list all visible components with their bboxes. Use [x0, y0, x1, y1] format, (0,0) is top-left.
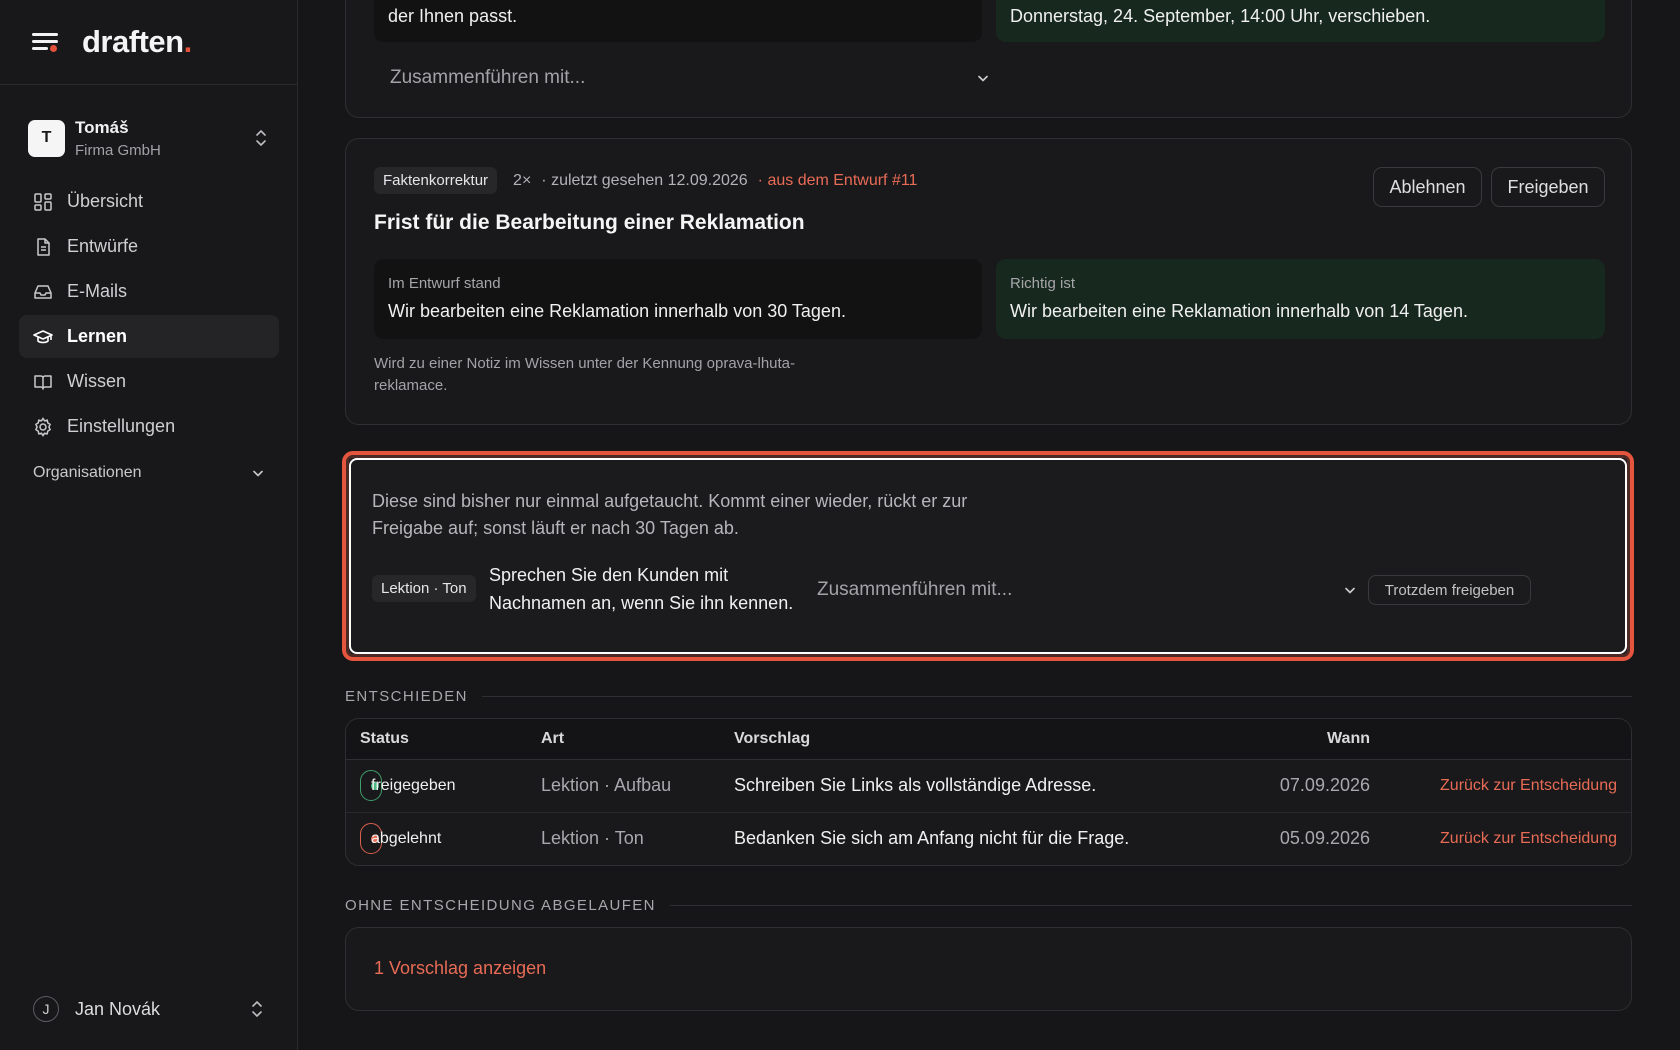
- suggestion-meta: Faktenkorrektur 2× · zuletzt gesehen 12.…: [374, 167, 917, 194]
- draft-box: Im Entwurf stand Wir bearbeiten eine Rek…: [374, 259, 982, 339]
- decided-section-label: ENTSCHIEDEN: [345, 688, 1632, 705]
- art-cell: Lektion · Aufbau: [541, 775, 672, 795]
- when-cell: 05.09.2026: [1279, 828, 1370, 848]
- header-art: Art: [541, 730, 565, 747]
- sidebar: draften. T Tomáš Firma GmbH Übersicht En…: [0, 0, 298, 1050]
- merge-select[interactable]: Zusammenführen mit...: [390, 63, 990, 93]
- show-expired-link[interactable]: 1 Vorschlag anzeigen: [374, 958, 546, 979]
- header-when: Wann: [1327, 730, 1370, 747]
- decided-table: Status Art Vorschlag Wann freigegeben Le…: [345, 718, 1632, 866]
- status-badge: freigegeben: [360, 770, 456, 801]
- correct-text: Donnerstag, 24. September, 14:00 Uhr, ve…: [1010, 6, 1431, 26]
- nav-item-label: Lernen: [67, 326, 128, 346]
- nav-item-label: Übersicht: [67, 191, 144, 211]
- menu-icon[interactable]: [32, 30, 60, 54]
- merge-select[interactable]: Zusammenführen mit...: [817, 575, 1357, 605]
- reject-button[interactable]: Ablehnen: [1373, 167, 1482, 207]
- user-name: Jan Novák: [75, 998, 161, 1019]
- nav-item-label: E-Mails: [67, 281, 128, 301]
- table-header: Status Art Vorschlag Wann: [346, 719, 1631, 760]
- brand-header: draften.: [0, 0, 297, 85]
- card-title: Frist für die Bearbeitung einer Reklamat…: [374, 211, 805, 234]
- lesson-text: Sprechen Sie den Kunden mit Nachnamen an…: [489, 565, 794, 613]
- nav-item-einstellungen[interactable]: Einstellungen: [19, 405, 279, 448]
- correct-box: Richtig ist Wir bearbeiten eine Reklamat…: [996, 259, 1605, 339]
- nav-item-label: Entwürfe: [67, 236, 139, 256]
- single-occurrence-description: Diese sind bisher nur einmal aufgetaucht…: [372, 491, 968, 538]
- header-status: Status: [360, 730, 409, 747]
- dashboard-icon: [34, 192, 52, 211]
- chevron-down-icon: [978, 75, 988, 81]
- table-row: freigegeben Lektion · Aufbau Schreiben S…: [346, 760, 1631, 813]
- chevron-up-down-icon: [256, 130, 266, 146]
- gear-icon: [34, 416, 52, 437]
- nav-item-emails[interactable]: E-Mails: [19, 270, 279, 313]
- header-proposal: Vorschlag: [734, 730, 811, 747]
- nav-item-uebersicht[interactable]: Übersicht: [19, 180, 279, 223]
- source-link[interactable]: · aus dem Entwurf #11: [758, 172, 918, 190]
- nav-item-label: Einstellungen: [67, 416, 176, 436]
- chevron-up-down-icon: [252, 1001, 262, 1017]
- draft-caption: Im Entwurf stand: [388, 275, 501, 292]
- suggestion-card: der Ihnen passt. Donnerstag, 24. Septemb…: [345, 0, 1632, 118]
- when-cell: 07.09.2026: [1279, 775, 1370, 795]
- draft-box: der Ihnen passt.: [374, 0, 982, 42]
- approve-button[interactable]: Freigeben: [1491, 167, 1605, 207]
- organisations-toggle[interactable]: Organisationen: [33, 464, 265, 482]
- fact-correction-card: Faktenkorrektur 2× · zuletzt gesehen 12.…: [345, 138, 1632, 425]
- art-cell: Lektion · Ton: [541, 828, 644, 848]
- graduation-cap-icon: [33, 329, 53, 343]
- logo: draften.: [82, 24, 192, 59]
- account-avatar: T: [28, 119, 65, 157]
- knowledge-note: Wird zu einer Notiz im Wissen unter der …: [374, 355, 796, 394]
- account-org: Firma GmbH: [75, 141, 161, 159]
- single-occurrence-card: Diese sind bisher nur einmal aufgetaucht…: [342, 451, 1634, 661]
- status-badge: abgelehnt: [360, 823, 441, 854]
- expired-section-label: OHNE ENTSCHEIDUNG ABGELAUFEN: [345, 897, 1632, 914]
- type-tag: Faktenkorrektur: [374, 167, 498, 194]
- organisations-label: Organisationen: [33, 464, 142, 481]
- correct-box: Donnerstag, 24. September, 14:00 Uhr, ve…: [996, 0, 1605, 42]
- draft-text: der Ihnen passt.: [388, 6, 518, 26]
- last-seen: · zuletzt gesehen 12.09.2026: [541, 171, 748, 189]
- table-row: abgelehnt Lektion · Ton Bedanken Sie sic…: [346, 813, 1631, 865]
- main-content: der Ihnen passt. Donnerstag, 24. Septemb…: [299, 0, 1680, 1050]
- user-avatar: J: [33, 996, 59, 1022]
- merge-placeholder: Zusammenführen mit...: [390, 67, 586, 88]
- proposal-cell: Bedanken Sie sich am Anfang nicht für di…: [734, 828, 1130, 848]
- chevron-down-icon: [253, 470, 263, 476]
- merge-placeholder: Zusammenführen mit...: [817, 579, 1013, 600]
- nav-item-label: Wissen: [67, 371, 127, 391]
- chevron-down-icon: [1345, 587, 1355, 593]
- type-tag: Lektion · Ton: [372, 575, 476, 602]
- document-icon: [37, 237, 50, 256]
- correct-text: Wir bearbeiten eine Reklamation innerhal…: [1010, 301, 1468, 321]
- proposal-cell: Schreiben Sie Links als vollständige Adr…: [734, 775, 1097, 795]
- book-icon: [34, 374, 52, 390]
- expired-card: 1 Vorschlag anzeigen: [345, 927, 1632, 1011]
- revert-decision-link[interactable]: Zurück zur Entscheidung: [1440, 777, 1617, 795]
- draft-text: Wir bearbeiten eine Reklamation innerhal…: [388, 301, 846, 321]
- main-nav: Übersicht Entwürfe E-Mails Lernen Wissen…: [19, 180, 279, 450]
- correct-caption: Richtig ist: [1010, 275, 1076, 292]
- account-name: Tomáš: [75, 117, 129, 137]
- occurrence-count: 2×: [513, 171, 532, 189]
- inbox-icon: [34, 284, 52, 299]
- revert-decision-link[interactable]: Zurück zur Entscheidung: [1440, 830, 1617, 848]
- account-switcher[interactable]: T Tomáš Firma GmbH: [28, 112, 269, 164]
- user-menu[interactable]: J Jan Novák: [33, 994, 265, 1024]
- nav-item-wissen[interactable]: Wissen: [19, 360, 279, 403]
- nav-item-lernen[interactable]: Lernen: [19, 315, 279, 358]
- approve-anyway-button[interactable]: Trotzdem freigeben: [1368, 575, 1531, 605]
- nav-item-entwuerfe[interactable]: Entwürfe: [19, 225, 279, 268]
